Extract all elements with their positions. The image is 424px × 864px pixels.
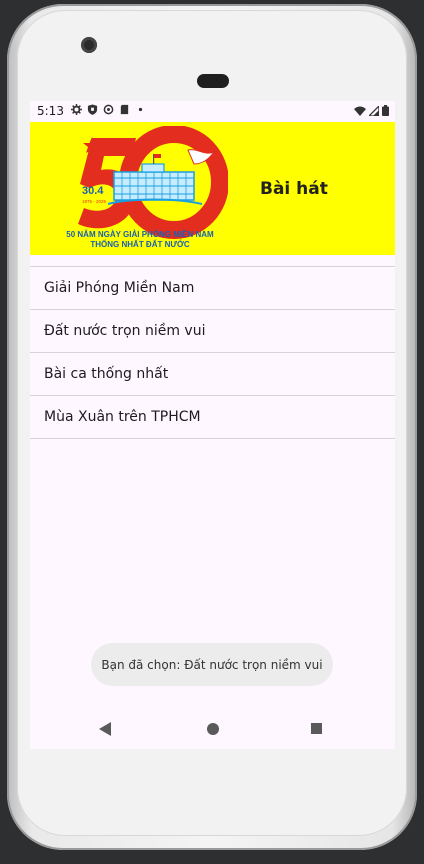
sync-icon bbox=[103, 104, 114, 115]
list-item[interactable]: Đất nước trọn niềm vui bbox=[30, 309, 395, 352]
more-notifications-dot-icon bbox=[138, 107, 143, 112]
cellular-signal-icon bbox=[369, 105, 379, 116]
front-camera-icon bbox=[81, 37, 97, 53]
sd-card-icon bbox=[120, 104, 129, 115]
battery-icon bbox=[382, 105, 389, 116]
toast-message: Bạn đã chọn: Đất nước trọn niềm vui bbox=[91, 643, 333, 686]
wifi-icon bbox=[354, 106, 366, 116]
logo-date: 30.4 bbox=[82, 185, 104, 197]
logo-caption-line1: 50 NĂM NGÀY GIẢI PHÓNG MIỀN NAM bbox=[66, 229, 214, 239]
back-icon[interactable] bbox=[99, 722, 111, 736]
anniversary-logo: 30.4 1975 - 2025 50 NĂM NGÀY GIẢI PHÓNG … bbox=[66, 126, 228, 249]
status-time: 5:13 bbox=[37, 104, 64, 118]
logo-years: 1975 - 2025 bbox=[82, 199, 107, 204]
status-bar: 5:13 bbox=[30, 101, 395, 122]
page-title: Bài hát bbox=[260, 179, 328, 199]
song-list: Giải Phóng Miền Nam Đất nước trọn niềm v… bbox=[30, 266, 395, 439]
home-icon[interactable] bbox=[207, 723, 219, 735]
earpiece-speaker bbox=[197, 74, 229, 88]
list-item[interactable]: Mùa Xuân trên TPHCM bbox=[30, 395, 395, 439]
status-system-icons bbox=[354, 105, 389, 116]
shield-icon bbox=[87, 104, 98, 115]
settings-gear-icon bbox=[71, 104, 82, 115]
recent-apps-icon[interactable] bbox=[311, 723, 322, 734]
status-notification-icons bbox=[71, 104, 146, 115]
list-item[interactable]: Bài ca thống nhất bbox=[30, 352, 395, 395]
list-item[interactable]: Giải Phóng Miền Nam bbox=[30, 266, 395, 309]
app-screen: 5:13 30.4 1975 - 2025 50 NĂM NGÀY GIẢI P… bbox=[30, 101, 395, 749]
palace-building-icon bbox=[107, 154, 203, 205]
system-navigation-bar bbox=[30, 707, 395, 749]
logo-caption-line2: THỐNG NHẤT ĐẤT NƯỚC bbox=[90, 239, 189, 249]
app-header: 30.4 1975 - 2025 50 NĂM NGÀY GIẢI PHÓNG … bbox=[30, 122, 395, 255]
